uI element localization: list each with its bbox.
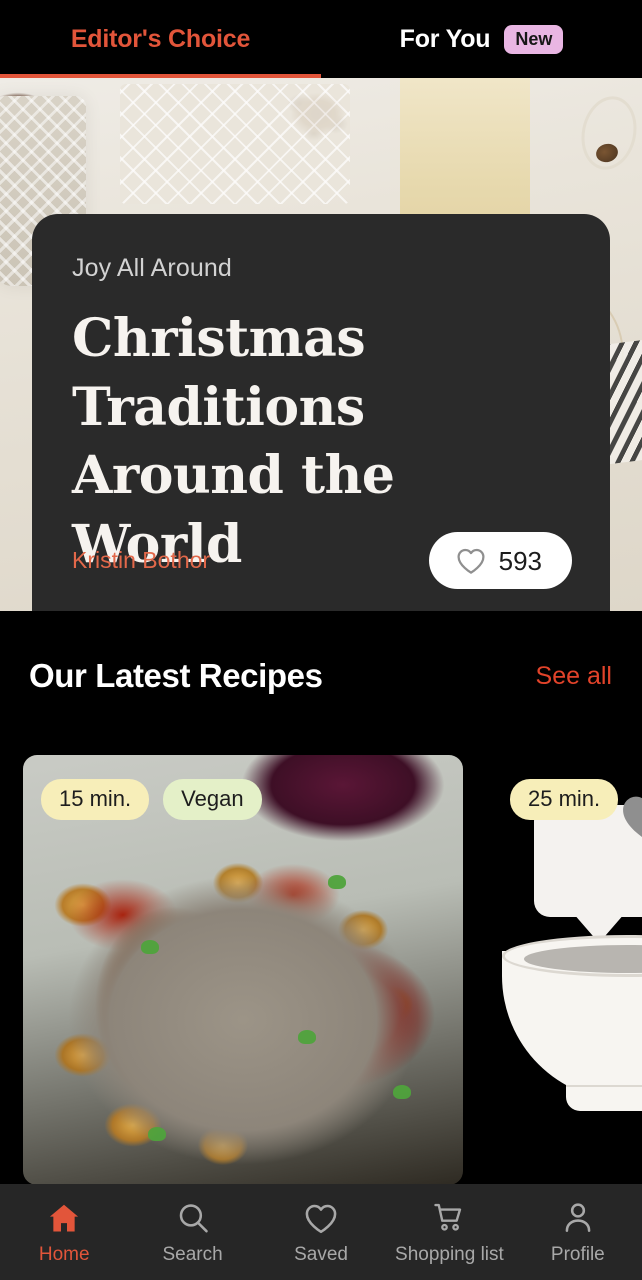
top-tab-bar: Editor's Choice For You New xyxy=(0,0,642,78)
like-button[interactable]: 593 xyxy=(428,532,572,589)
app-root: Editor's Choice For You New Joy All Arou… xyxy=(0,0,642,1280)
tab-for-you-new-badge: New xyxy=(504,24,564,54)
herb-garnish xyxy=(298,1030,316,1044)
cart-icon xyxy=(431,1200,467,1236)
placeholder-bowl-illustration xyxy=(502,935,642,1101)
nav-item-search[interactable]: Search xyxy=(128,1184,256,1280)
tab-editors-choice-label: Editor's Choice xyxy=(70,24,251,53)
hero-kicker: Joy All Around xyxy=(72,254,232,282)
section-title: Our Latest Recipes xyxy=(29,657,323,694)
latest-recipes-header: Our Latest Recipes See all xyxy=(0,611,642,741)
nav-label-profile: Profile xyxy=(550,1244,605,1265)
recipe-time-badge: 15 min. xyxy=(41,779,150,820)
heart-icon xyxy=(616,789,642,850)
nav-item-home[interactable]: Home xyxy=(0,1184,128,1280)
person-icon xyxy=(560,1200,596,1236)
nav-label-home: Home xyxy=(38,1244,90,1265)
like-count: 593 xyxy=(498,545,542,576)
see-all-link[interactable]: See all xyxy=(536,662,612,691)
herb-garnish xyxy=(328,875,346,889)
tab-for-you[interactable]: For You New xyxy=(321,0,642,78)
recipe-badges: 15 min. Vegan xyxy=(41,779,262,820)
glass-handle-decoration xyxy=(574,91,642,175)
hero-author: Kristin Bothor xyxy=(72,547,211,573)
heart-outline-icon xyxy=(455,546,487,575)
bottom-navigation-bar: Home Search Saved Shopping list Profile xyxy=(0,1184,642,1280)
doily-decoration xyxy=(120,84,350,204)
nav-label-search: Search xyxy=(162,1244,223,1265)
nav-item-saved[interactable]: Saved xyxy=(257,1184,385,1280)
herb-garnish xyxy=(141,940,159,954)
herb-garnish xyxy=(148,1127,166,1141)
recipe-time-badge: 25 min. xyxy=(510,779,619,820)
recipe-card-carousel[interactable]: 15 min. Vegan 25 min. xyxy=(0,741,642,1185)
placeholder-bowl-foot xyxy=(566,1085,642,1111)
tab-for-you-label: For You xyxy=(399,24,491,53)
featured-article-card[interactable]: Joy All Around Christmas Traditions Arou… xyxy=(32,214,610,611)
tab-active-underline xyxy=(0,74,321,78)
nav-label-saved: Saved xyxy=(294,1244,348,1265)
recipe-card-placeholder[interactable]: 25 min. xyxy=(492,755,642,1185)
herb-garnish xyxy=(393,1085,411,1099)
search-icon xyxy=(175,1200,211,1236)
home-icon xyxy=(46,1200,82,1236)
hero-section: Joy All Around Christmas Traditions Arou… xyxy=(0,78,642,611)
nav-label-shopping-list: Shopping list xyxy=(395,1244,504,1265)
tab-editors-choice[interactable]: Editor's Choice xyxy=(0,0,321,78)
recipe-card[interactable]: 15 min. Vegan xyxy=(23,755,463,1185)
heart-icon xyxy=(303,1200,339,1236)
hero-footer: Kristin Bothor 593 xyxy=(72,532,572,589)
recipe-badges: 25 min. xyxy=(510,779,619,820)
nav-item-shopping-list[interactable]: Shopping list xyxy=(385,1184,513,1280)
recipe-diet-badge: Vegan xyxy=(163,779,262,820)
nav-item-profile[interactable]: Profile xyxy=(514,1184,642,1280)
